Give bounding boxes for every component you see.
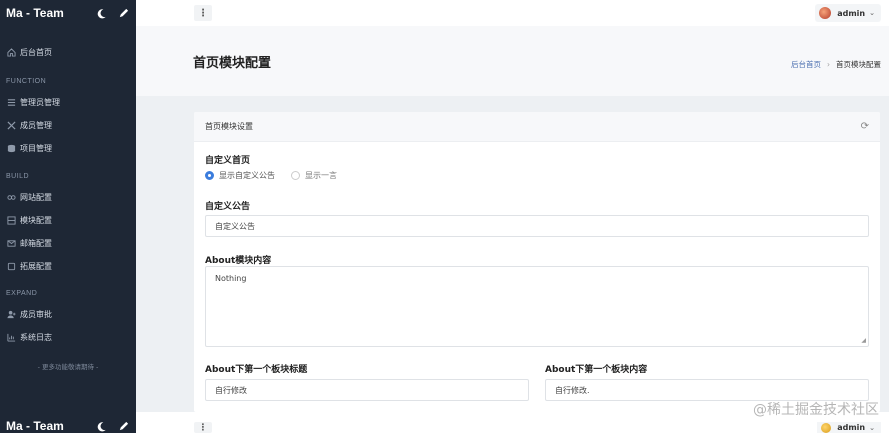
about-content-textarea[interactable]: Nothing ◢ — [205, 266, 869, 347]
section-build: BUILD — [6, 173, 30, 180]
avatar — [819, 7, 832, 19]
sidebar-item-label: 项目管理 — [20, 144, 52, 153]
sidebar-item-mail-config[interactable]: 邮箱配置 — [6, 238, 52, 249]
sidebar-item-label: 拓展配置 — [20, 262, 52, 271]
refresh-icon[interactable]: ⟳ — [861, 121, 869, 132]
sidebar-item-label: 模块配置 — [20, 216, 52, 225]
user-menu-bottom[interactable]: admin ⌄ — [817, 422, 881, 433]
radio-label: 显示一言 — [305, 171, 337, 180]
sidebar-item-admin-manage[interactable]: 管理员管理 — [6, 97, 60, 108]
sidebar-item-label: 后台首页 — [20, 48, 52, 57]
radio-quote[interactable]: 显示一言 — [291, 170, 337, 181]
menu-toggle-button-bottom[interactable]: ⋮ — [194, 422, 212, 433]
pencil-icon[interactable] — [116, 419, 130, 433]
sidebar-item-member-review[interactable]: 成员审批 — [6, 309, 52, 320]
user-add-icon — [6, 310, 16, 320]
sidebar-footer: Ma - Team — [0, 419, 136, 433]
sidebar-header: Ma - Team — [0, 0, 136, 26]
topbar: ⋮ admin ⌄ — [136, 0, 889, 26]
database-icon — [6, 144, 16, 154]
app-title: Ma - Team — [6, 6, 64, 20]
card-header: 首页模块设置 ⟳ — [194, 112, 880, 142]
chevron-right-icon: › — [827, 60, 830, 69]
sidebar-item-label: 系统日志 — [20, 333, 52, 342]
card-title: 首页模块设置 — [205, 122, 253, 131]
radio-label: 显示自定义公告 — [219, 171, 275, 180]
chevron-down-icon: ⌄ — [869, 423, 875, 432]
custom-notice-label: 自定义公告 — [205, 202, 251, 212]
custom-home-label: 自定义首页 — [205, 156, 251, 166]
pencil-icon[interactable] — [116, 6, 130, 20]
breadcrumb-home-link[interactable]: 后台首页 — [791, 59, 821, 70]
moon-icon[interactable] — [94, 6, 108, 20]
sidebar-item-label: 网站配置 — [20, 193, 52, 202]
puzzle-icon — [6, 262, 16, 272]
section-expand: EXPAND — [6, 290, 38, 297]
about-content-value: Nothing — [215, 274, 247, 283]
radio-empty-icon — [291, 171, 300, 180]
settings-card: 首页模块设置 ⟳ 自定义首页 显示自定义公告 显示一言 自定义公告 自定义公告 … — [194, 112, 880, 412]
link-icon — [6, 193, 16, 203]
about-content-label: About模块内容 — [205, 256, 272, 266]
radio-custom-notice[interactable]: 显示自定义公告 — [205, 170, 275, 181]
sidebar-item-label: 邮箱配置 — [20, 239, 52, 248]
menu-toggle-button[interactable]: ⋮ — [194, 5, 212, 21]
page-header: 首页模块配置 后台首页 › 首页模块配置 — [136, 26, 889, 96]
chart-icon — [6, 333, 16, 343]
username: admin — [837, 423, 866, 432]
sidebar-item-label: 成员审批 — [20, 310, 52, 319]
sidebar-more-note: - 更多功能敬请期待 - — [37, 363, 99, 371]
sidebar-item-member-manage[interactable]: 成员管理 — [6, 120, 52, 131]
custom-notice-input[interactable]: 自定义公告 — [205, 215, 869, 237]
sidebar-item-site-config[interactable]: 网站配置 — [6, 192, 52, 203]
breadcrumb-current: 首页模块配置 — [836, 60, 881, 69]
first-block-content-input[interactable]: 自行修改. — [545, 379, 869, 401]
chevron-down-icon: ⌄ — [869, 9, 875, 17]
home-icon — [6, 48, 16, 58]
app-title-footer: Ma - Team — [6, 419, 64, 433]
radio-selected-icon — [205, 171, 214, 180]
mail-icon — [6, 239, 16, 249]
sidebar-item-system-log[interactable]: 系统日志 — [6, 332, 52, 343]
page-title: 首页模块配置 — [193, 56, 272, 71]
breadcrumb: 后台首页 › 首页模块配置 — [791, 59, 881, 70]
tools-icon — [6, 121, 16, 131]
avatar — [821, 422, 832, 433]
sidebar-item-home[interactable]: 后台首页 — [6, 47, 52, 58]
sidebar-item-extend-config[interactable]: 拓展配置 — [6, 261, 52, 272]
sidebar-item-module-config[interactable]: 模块配置 — [6, 215, 52, 226]
section-function: FUNCTION — [6, 78, 47, 85]
resize-handle-icon[interactable]: ◢ — [861, 337, 866, 344]
sidebar: Ma - Team 后台首页 FUNCTION 管理员管理 成员管理 项目管理 … — [0, 0, 136, 433]
sidebar-item-project-manage[interactable]: 项目管理 — [6, 143, 52, 154]
first-block-title-label: About下第一个板块标题 — [205, 365, 308, 375]
grid-icon — [6, 216, 16, 226]
username: admin — [837, 8, 866, 18]
user-menu[interactable]: admin ⌄ — [815, 4, 881, 22]
watermark: @稀土掘金技术社区 — [753, 402, 879, 418]
sidebar-item-label: 成员管理 — [20, 121, 52, 130]
moon-icon[interactable] — [94, 419, 108, 433]
custom-home-radio-group: 显示自定义公告 显示一言 — [205, 170, 353, 181]
sidebar-item-label: 管理员管理 — [20, 98, 60, 107]
first-block-content-label: About下第一个板块内容 — [545, 365, 648, 375]
first-block-title-input[interactable]: 自行修改 — [205, 379, 529, 401]
list-icon — [6, 98, 16, 108]
